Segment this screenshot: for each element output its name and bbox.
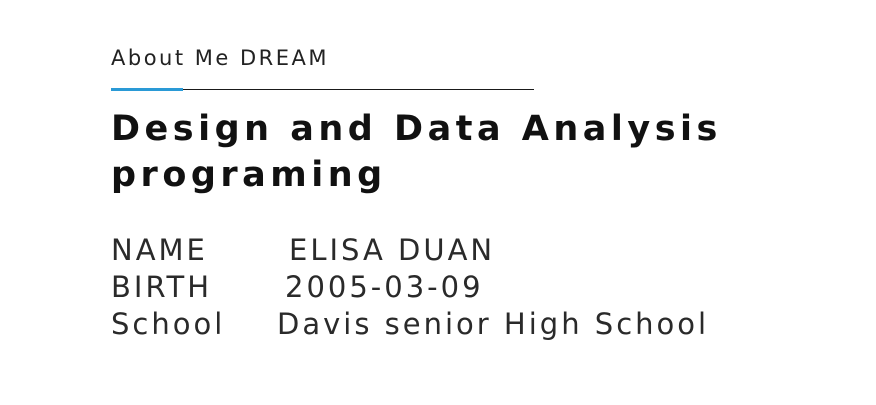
info-key-school: School — [111, 307, 226, 341]
info-value-name: ELISA DUAN — [289, 233, 496, 267]
headline: Design and Data Analysis programing — [111, 109, 722, 195]
section-label: About Me DREAM — [111, 46, 329, 70]
info-value-school: Davis senior High School — [277, 307, 710, 341]
divider-accent — [111, 88, 183, 91]
info-key-birth: BIRTH — [111, 270, 213, 304]
info-value-birth: 2005-03-09 — [285, 270, 484, 304]
info-key-name: NAME — [111, 233, 208, 267]
